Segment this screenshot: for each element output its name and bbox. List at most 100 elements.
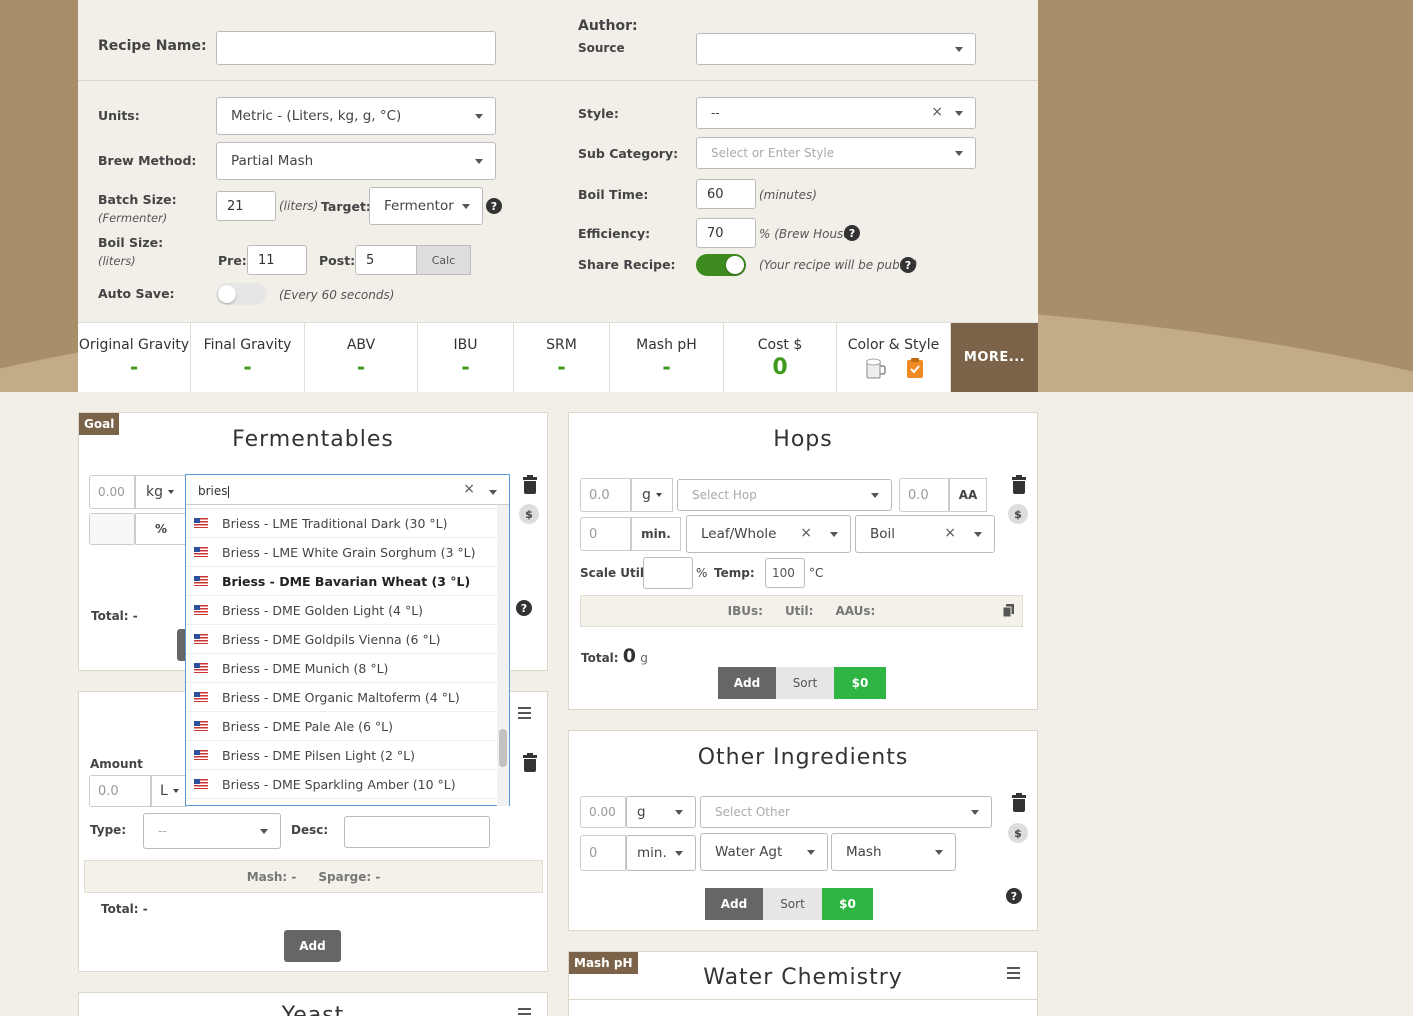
- stat-label: Final Gravity: [203, 337, 292, 353]
- add-water-button[interactable]: Add: [284, 930, 341, 962]
- brew-method-select[interactable]: Partial Mash: [216, 142, 496, 180]
- help-icon[interactable]: ?: [844, 225, 860, 241]
- dollar-icon[interactable]: $: [1008, 823, 1028, 843]
- hop-aa-input[interactable]: 0.0: [899, 478, 949, 512]
- clear-icon[interactable]: ×: [463, 481, 475, 497]
- style-select[interactable]: -- ×: [696, 97, 976, 129]
- menu-icon[interactable]: [518, 707, 531, 719]
- option-label: Briess - LME White Grain Sorghum (3 °L): [222, 544, 476, 560]
- water-desc-input[interactable]: [344, 816, 490, 848]
- scale-util-input[interactable]: [643, 557, 693, 589]
- recipe-name-input[interactable]: [216, 31, 496, 65]
- chevron-down-icon: [935, 850, 943, 855]
- dropdown-scrollbar[interactable]: [497, 505, 509, 806]
- list-item[interactable]: Briess - DME Organic Maltoferm (4 °L): [186, 683, 499, 712]
- list-item[interactable]: Briess - DME Pale Ale (6 °L): [186, 712, 499, 741]
- dollar-icon[interactable]: $: [1008, 504, 1028, 524]
- stat-label: SRM: [546, 337, 577, 353]
- water-type-select[interactable]: --: [143, 813, 281, 849]
- pre-boil-input[interactable]: 11: [247, 245, 307, 275]
- other-unit-select[interactable]: g: [626, 796, 696, 828]
- source-select[interactable]: [696, 33, 976, 65]
- trash-icon[interactable]: [523, 475, 537, 494]
- chevron-down-icon: [955, 151, 963, 156]
- author-label: Author:: [578, 18, 638, 34]
- stat-color-style[interactable]: Color & Style: [837, 323, 951, 392]
- list-item[interactable]: Briess - DME Goldpils Vienna (6 °L): [186, 625, 499, 654]
- chevron-down-icon[interactable]: [489, 490, 497, 495]
- help-icon[interactable]: ?: [1006, 888, 1022, 904]
- total-label: Total:: [91, 609, 129, 623]
- efficiency-input[interactable]: 70: [696, 218, 756, 248]
- help-icon[interactable]: ?: [516, 600, 532, 616]
- sort-other-button[interactable]: Sort: [763, 888, 822, 920]
- water-amount-input[interactable]: 0.0: [89, 775, 151, 807]
- clear-icon[interactable]: ×: [944, 525, 956, 541]
- menu-icon[interactable]: [1007, 967, 1020, 979]
- hop-use-select[interactable]: Boil ×: [855, 515, 995, 553]
- total-label: Total:: [581, 651, 619, 665]
- fermentable-amount-input[interactable]: 0.00: [89, 475, 135, 509]
- temp-input[interactable]: 100: [765, 558, 805, 588]
- type-value: --: [158, 824, 167, 838]
- clear-icon[interactable]: ×: [931, 104, 943, 120]
- other-cost-button[interactable]: $0: [822, 888, 873, 920]
- list-item[interactable]: Briess - DME Pilsen Light (2 °L): [186, 741, 499, 770]
- boil-size-label: Boil Size:: [98, 235, 164, 250]
- list-item[interactable]: Briess - DME Bavarian Wheat (3 °L): [186, 567, 499, 596]
- list-item[interactable]: Briess - LME Traditional Dark (30 °L): [186, 509, 499, 538]
- hop-form-select[interactable]: Leaf/Whole ×: [686, 515, 851, 553]
- hop-select[interactable]: Select Hop: [677, 479, 892, 511]
- type-value: Water Agt: [715, 844, 783, 860]
- more-button[interactable]: MORE...: [951, 323, 1038, 392]
- add-other-button[interactable]: Add: [705, 888, 763, 920]
- hop-amount-input[interactable]: 0.0: [580, 478, 631, 512]
- dollar-icon[interactable]: $: [519, 504, 539, 524]
- fermentable-search-dropdown[interactable]: bries × Briess - LME Traditional Dark (3…: [185, 474, 510, 806]
- other-use-select[interactable]: Mash: [831, 833, 956, 871]
- sub-category-label: Sub Category:: [578, 146, 679, 161]
- other-ingredients-title: Other Ingredients: [697, 745, 909, 770]
- hop-time-input[interactable]: 0: [580, 517, 631, 551]
- help-icon[interactable]: ?: [900, 257, 916, 273]
- scrollbar-thumb[interactable]: [499, 729, 507, 767]
- target-select[interactable]: Fermentor: [369, 187, 483, 225]
- list-item[interactable]: Briess - DME Golden Light (4 °L): [186, 596, 499, 625]
- other-ingredient-select[interactable]: Select Other: [700, 796, 992, 828]
- batch-size-input[interactable]: 21: [216, 191, 276, 221]
- search-value: bries: [198, 484, 228, 498]
- batch-size-sub: (Fermenter): [98, 211, 168, 225]
- copy-icon[interactable]: [1003, 604, 1015, 617]
- help-icon[interactable]: ?: [486, 198, 502, 214]
- fermentable-unit-select[interactable]: kg: [135, 475, 187, 509]
- fermentable-percent-input[interactable]: [89, 513, 135, 545]
- post-boil-input[interactable]: 5: [355, 245, 417, 275]
- trash-icon[interactable]: [1012, 475, 1026, 494]
- fermentable-search-input[interactable]: bries: [186, 475, 509, 505]
- hop-unit-select[interactable]: g: [631, 478, 673, 512]
- sub-category-select[interactable]: Select or Enter Style: [696, 137, 976, 169]
- efficiency-unit: % (Brew House): [759, 227, 856, 241]
- other-time-unit-select[interactable]: min.: [626, 835, 696, 871]
- list-item[interactable]: Briess - LME White Grain Sorghum (3 °L): [186, 538, 499, 567]
- calc-button[interactable]: Calc: [416, 245, 471, 275]
- boil-time-input[interactable]: 60: [696, 179, 756, 209]
- other-type-select[interactable]: Water Agt: [700, 833, 828, 871]
- hops-cost-button[interactable]: $0: [834, 667, 886, 699]
- share-recipe-toggle[interactable]: [696, 254, 746, 276]
- trash-icon[interactable]: [523, 753, 537, 772]
- other-amount-input[interactable]: 0.00: [580, 796, 626, 828]
- temp-unit: °C: [809, 566, 824, 580]
- menu-icon[interactable]: [518, 1008, 531, 1016]
- sort-hops-button[interactable]: Sort: [776, 667, 834, 699]
- list-item[interactable]: Briess - DME Munich (8 °L): [186, 654, 499, 683]
- chevron-down-icon: [955, 111, 963, 116]
- water-unit-select[interactable]: L: [151, 775, 187, 807]
- other-time-input[interactable]: 0: [580, 835, 626, 871]
- trash-icon[interactable]: [1012, 793, 1026, 812]
- clear-icon[interactable]: ×: [800, 525, 812, 541]
- add-hop-button[interactable]: Add: [718, 667, 776, 699]
- list-item[interactable]: Briess - DME Sparkling Amber (10 °L): [186, 770, 499, 799]
- auto-save-toggle[interactable]: [216, 283, 266, 305]
- units-select[interactable]: Metric - (Liters, kg, g, °C): [216, 97, 496, 135]
